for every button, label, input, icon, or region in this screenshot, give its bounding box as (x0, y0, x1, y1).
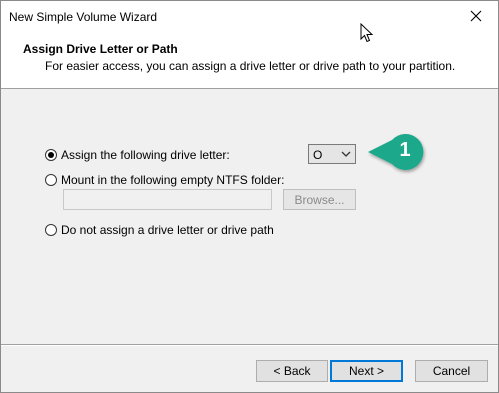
close-button[interactable] (454, 1, 498, 31)
footer-divider (1, 344, 498, 346)
cancel-button[interactable]: Cancel (415, 360, 488, 382)
callout-number: 1 (399, 139, 411, 161)
chevron-down-icon (341, 151, 351, 157)
title-bar: New Simple Volume Wizard (1, 1, 498, 31)
page-title: Assign Drive Letter or Path (23, 42, 178, 56)
folder-path-field[interactable] (63, 189, 272, 210)
mount-folder-radio[interactable] (45, 174, 57, 186)
no-assign-option[interactable]: Do not assign a drive letter or drive pa… (45, 223, 274, 237)
assign-letter-option[interactable]: Assign the following drive letter: (45, 148, 230, 162)
wizard-window: New Simple Volume Wizard Assign Drive Le… (0, 0, 499, 393)
next-button[interactable]: Next > (330, 360, 403, 382)
mount-folder-label: Mount in the following empty NTFS folder… (61, 173, 285, 187)
drive-letter-select[interactable]: O (308, 144, 356, 164)
no-assign-radio[interactable] (45, 224, 57, 236)
browse-button[interactable]: Browse... (283, 189, 356, 210)
page-subtitle: For easier access, you can assign a driv… (45, 59, 456, 73)
window-title: New Simple Volume Wizard (9, 10, 158, 24)
no-assign-label: Do not assign a drive letter or drive pa… (61, 223, 274, 237)
assign-letter-radio[interactable] (45, 149, 57, 161)
assign-letter-label: Assign the following drive letter: (61, 148, 230, 162)
mount-folder-option[interactable]: Mount in the following empty NTFS folder… (45, 173, 284, 187)
drive-letter-value: O (313, 148, 323, 162)
back-button[interactable]: < Back (256, 360, 328, 382)
close-icon (470, 10, 482, 22)
mouse-cursor-icon (360, 23, 374, 43)
wizard-header: Assign Drive Letter or Path For easier a… (1, 31, 498, 89)
